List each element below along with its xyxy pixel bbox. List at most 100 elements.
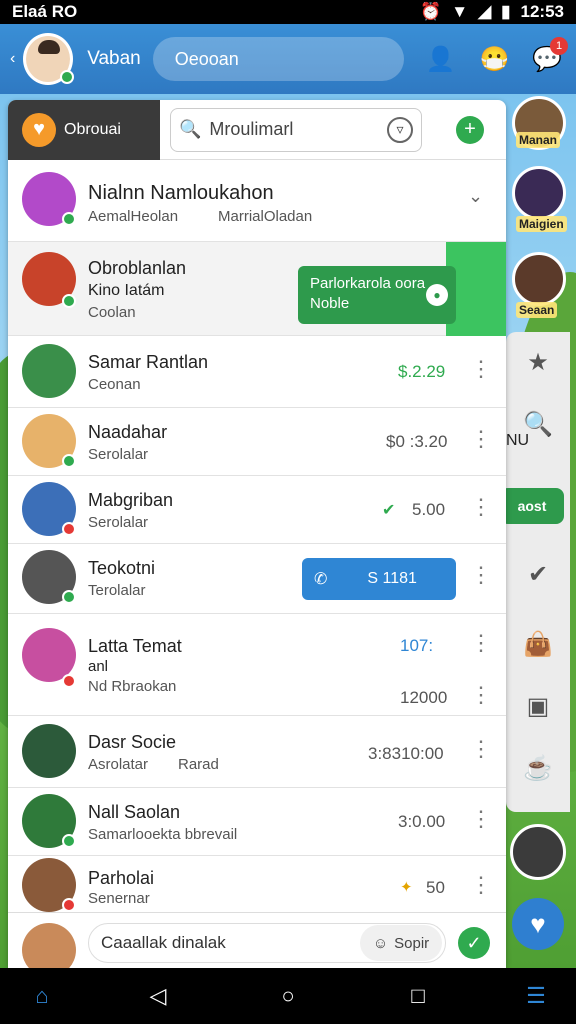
online-dot xyxy=(62,590,76,604)
filter-icon[interactable]: ▿ xyxy=(387,116,413,143)
chevron-down-icon[interactable]: ⌄ xyxy=(468,186,483,207)
chat-row[interactable]: Samar Rantlan Ceonan $.2.29 ⋮ xyxy=(8,336,506,408)
chat-value: $.2.29 xyxy=(398,362,446,381)
more-menu-icon[interactable]: ⋮ xyxy=(470,428,492,450)
notification-badge: 1 xyxy=(550,37,568,55)
chat-name: Nialnn Namloukahon xyxy=(88,182,274,204)
more-menu-icon[interactable]: ⋮ xyxy=(470,874,492,896)
chat-row[interactable]: Mabgriban Serolalar ✔ 5.00 ⋮ xyxy=(8,476,506,544)
chat-value: 3:0.00 xyxy=(398,812,446,831)
chat-name: Dasr Socie xyxy=(88,732,177,752)
rail-label-1: Manan xyxy=(516,132,561,148)
robot-icon[interactable]: ▣ xyxy=(520,688,556,724)
chat-row[interactable]: Naadahar Serolalar $0 :3.20 ⋮ xyxy=(8,408,506,476)
avatar xyxy=(22,344,76,398)
chat-name: Parholai xyxy=(88,868,155,888)
emoji-face-icon[interactable]: 😷 xyxy=(476,39,514,79)
tooltip-line1: Parlorkarola oora xyxy=(310,275,426,292)
chat-value: 3:8310:00 xyxy=(368,744,444,763)
home-circle-icon[interactable]: ○ xyxy=(272,980,304,1012)
offline-dot xyxy=(62,522,76,536)
chat-preview: Senernar xyxy=(88,890,150,907)
list-icon[interactable]: ☰ xyxy=(520,980,552,1012)
home-icon[interactable]: ⌂ xyxy=(26,980,58,1012)
chat-preview: Asrolatar xyxy=(88,756,149,773)
rail-label-2: Maigien xyxy=(516,216,567,232)
more-menu-icon[interactable]: ⋮ xyxy=(470,684,492,706)
message-composer: Caaallak dinalak ☺ Sopir ✓ xyxy=(8,912,506,968)
battery-icon: ▮ xyxy=(501,2,511,21)
rail-partial-text: NU xyxy=(506,432,530,449)
star-emoji-icon: ✦ xyxy=(400,879,413,896)
header-search-field[interactable]: Oeooan xyxy=(152,37,404,81)
green-tooltip[interactable]: Parlorkarola oora Noble ● xyxy=(298,266,456,324)
chat-value: 107: xyxy=(400,636,434,655)
android-nav-bar: ⌂ ◁ ○ □ ☰ xyxy=(0,968,576,1024)
chat-search-input[interactable]: 🔍 Mroulimarl ▿ xyxy=(170,107,422,152)
back-icon[interactable]: ‹ xyxy=(10,50,15,68)
chat-row[interactable]: Dasr Socie Asrolatar Rarad 3:8310:00 ⋮ xyxy=(8,716,506,788)
heart-icon: ♥ xyxy=(22,112,56,147)
more-menu-icon[interactable]: ⋮ xyxy=(470,564,492,586)
chat-row[interactable]: Nall Saolan Samarlooekta bbrevail 3:0.00… xyxy=(8,788,506,856)
recents-icon[interactable]: □ xyxy=(402,980,434,1012)
notifications-icon[interactable]: 💬 1 xyxy=(528,37,568,79)
online-dot xyxy=(62,294,76,308)
cup-icon[interactable]: ☕ xyxy=(520,750,556,786)
online-dot xyxy=(62,212,76,226)
offline-dot xyxy=(62,674,76,688)
username: Vaban xyxy=(87,48,141,69)
more-menu-icon[interactable]: ⋮ xyxy=(470,496,492,518)
chat-name: Naadahar xyxy=(88,422,168,442)
avatar xyxy=(22,724,76,778)
rail-chat-bubble[interactable]: aost xyxy=(500,488,564,524)
panel-tabbar: ♥ Obrouai 🔍 Mroulimarl ▿ + xyxy=(8,100,506,160)
more-menu-icon[interactable]: ⋮ xyxy=(470,808,492,830)
chat-bubble-icon: ● xyxy=(426,284,448,306)
online-dot xyxy=(62,834,76,848)
heart-fab-button[interactable]: ♥ xyxy=(512,898,564,950)
star-icon[interactable]: ★ xyxy=(520,344,556,380)
chat-preview: Coolan xyxy=(88,304,136,321)
emoji-button-label: Sopir xyxy=(394,934,430,952)
rail-avatar-3[interactable] xyxy=(512,252,566,306)
chat-name: Mabgriban xyxy=(88,490,174,510)
contacts-icon[interactable]: 👤 xyxy=(422,39,460,79)
more-menu-icon[interactable]: ⋮ xyxy=(470,358,492,380)
user-avatar[interactable] xyxy=(23,33,75,85)
rail-avatar-2[interactable] xyxy=(512,166,566,220)
chat-value: 50 xyxy=(426,878,445,897)
alarm-icon: ⏰ xyxy=(420,2,442,21)
bag-icon[interactable]: 👜 xyxy=(520,626,556,662)
signal-icon: ◢ xyxy=(478,2,492,21)
chat-name: Nall Saolan xyxy=(88,802,181,822)
rail-avatar-bottom[interactable] xyxy=(510,824,566,880)
rail-label-3: Seaan xyxy=(516,302,558,318)
send-button[interactable]: ✓ xyxy=(458,927,490,959)
tooltip-line2: Noble xyxy=(310,295,350,312)
back-icon[interactable]: ◁ xyxy=(142,980,174,1012)
chat-row[interactable]: Nialnn Namloukahon AemalHeolan MarrialOl… xyxy=(8,160,506,242)
smiley-icon: ☺ xyxy=(372,934,389,952)
emoji-button[interactable]: ☺ Sopir xyxy=(360,925,442,961)
blue-tooltip[interactable]: ✆ S 1181 xyxy=(302,558,456,600)
add-chat-button[interactable]: + xyxy=(456,115,484,144)
chat-name: Teokotni xyxy=(88,558,156,578)
composer-avatar xyxy=(22,923,76,968)
chat-row[interactable]: Latta Temat anl Nd Rbraokan 107: 12000 ⋮… xyxy=(8,614,506,716)
chat-value: $0 :3.20 xyxy=(386,432,448,451)
chat-preview-extra: MarrialOladan xyxy=(218,208,313,225)
chat-row[interactable]: Parholai Senernar ✦ 50 ⋮ xyxy=(8,856,506,914)
check-shield-icon[interactable]: ✔ xyxy=(520,556,556,592)
tab-favorites[interactable]: ♥ Obrouai xyxy=(8,100,160,160)
chat-preview: Ceonan xyxy=(88,376,141,393)
online-dot xyxy=(62,454,76,468)
more-menu-icon[interactable]: ⋮ xyxy=(470,632,492,654)
more-menu-icon[interactable]: ⋮ xyxy=(470,738,492,760)
chat-preview: Terolalar xyxy=(88,582,146,599)
app-header: ‹ Vaban Oeooan 👤 😷 💬 1 xyxy=(0,24,576,94)
carrier-label: Elaá RO xyxy=(12,2,78,21)
chat-subtitle: anl xyxy=(88,658,109,675)
tab-label: Obrouai xyxy=(64,120,121,138)
chat-preview: Serolalar xyxy=(88,446,149,463)
